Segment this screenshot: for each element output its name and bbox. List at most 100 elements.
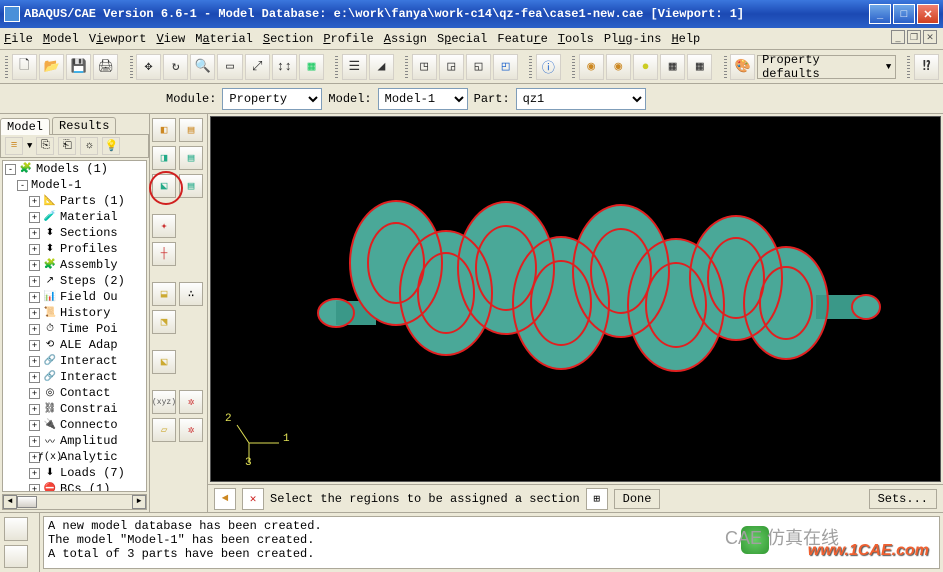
tree-item[interactable]: Profiles <box>60 242 118 256</box>
sets-button[interactable]: Sets... <box>869 489 937 509</box>
menu-file[interactable]: File <box>4 32 33 46</box>
tree-item[interactable]: Field Ou <box>60 290 118 304</box>
tree-item[interactable]: Interact <box>60 370 118 384</box>
toolbar-handle[interactable] <box>334 54 340 80</box>
save-icon[interactable]: 💾 <box>66 54 91 80</box>
iso4-icon[interactable]: ◰ <box>493 54 518 80</box>
menu-special[interactable]: Special <box>437 32 487 46</box>
new-icon[interactable]: 🗋 <box>12 54 37 80</box>
tree-item[interactable]: Material <box>60 210 118 224</box>
section-manager-icon[interactable]: ▤ <box>179 146 203 170</box>
tree-item[interactable]: History <box>60 306 110 320</box>
tree-expand-icon[interactable]: ⎘ <box>36 137 54 155</box>
beam-orientation-icon[interactable]: ⬔ <box>152 310 176 334</box>
profile-tool2-icon[interactable]: ∴ <box>179 282 203 306</box>
render2-icon[interactable]: ◉ <box>606 54 631 80</box>
model-tree[interactable]: -🧩Models (1) -Model-1 +📐Parts (1)+🧪Mater… <box>2 160 147 492</box>
toolbar-handle[interactable] <box>528 54 534 80</box>
tree-item[interactable]: Constrai <box>60 402 118 416</box>
view2-icon[interactable]: ◢ <box>369 54 394 80</box>
menu-viewport[interactable]: Viewport <box>89 32 147 46</box>
tree-item[interactable]: BCs (1) <box>60 482 110 492</box>
tree-item[interactable]: Loads (7) <box>60 466 125 480</box>
pan-icon[interactable]: ✥ <box>136 54 161 80</box>
menu-profile[interactable]: Profile <box>323 32 373 46</box>
menu-model[interactable]: Model <box>43 32 79 46</box>
mdi-close-button[interactable]: ✕ <box>923 30 937 44</box>
part-select[interactable]: qz1 <box>516 88 646 110</box>
tree-item[interactable]: Assembly <box>60 258 118 272</box>
open-icon[interactable]: 📂 <box>39 54 64 80</box>
done-button[interactable]: Done <box>614 489 661 509</box>
toolbar-handle[interactable] <box>404 54 410 80</box>
tree-root[interactable]: Models (1) <box>36 162 108 176</box>
fit-icon[interactable]: ⤢ <box>245 54 270 80</box>
view1-icon[interactable]: ☰ <box>342 54 367 80</box>
toolbar-handle[interactable] <box>722 54 728 80</box>
tree-settings-icon[interactable]: ☼ <box>80 137 98 155</box>
create-material-icon[interactable]: ◧ <box>152 118 176 142</box>
maximize-button[interactable]: □ <box>893 4 915 24</box>
tree-item[interactable]: Contact <box>60 386 110 400</box>
tree-bulb-icon[interactable]: 💡 <box>102 137 120 155</box>
scroll-thumb[interactable] <box>17 496 37 508</box>
tab-results[interactable]: Results <box>52 117 116 134</box>
message-area[interactable]: A new model database has been created. T… <box>43 516 940 569</box>
tree-item[interactable]: Analytic <box>60 450 118 464</box>
tree-item[interactable]: Interact <box>60 354 118 368</box>
iso2-icon[interactable]: ◲ <box>439 54 464 80</box>
toolbar-handle[interactable] <box>906 54 912 80</box>
toolbar-handle[interactable] <box>571 54 577 80</box>
prompt-options-icon[interactable]: ⊞ <box>586 488 608 510</box>
rotate-icon[interactable]: ↻ <box>163 54 188 80</box>
render1-icon[interactable]: ◉ <box>579 54 604 80</box>
datum-plane-icon[interactable]: ▱ <box>152 418 176 442</box>
menu-feature[interactable]: Feature <box>497 32 547 46</box>
close-button[interactable]: ✕ <box>917 4 939 24</box>
prompt-cancel-icon[interactable]: ✕ <box>242 488 264 510</box>
datum-xyz-icon[interactable]: (xyz) <box>152 390 176 414</box>
info-icon[interactable]: ⓘ <box>536 54 561 80</box>
tree-item[interactable]: Time Poi <box>60 322 118 336</box>
create-section-icon[interactable]: ◨ <box>152 146 176 170</box>
material-manager-icon[interactable]: ▤ <box>179 118 203 142</box>
kbd-toggle-icon[interactable] <box>4 545 28 569</box>
tree-filter-icon[interactable]: ≡ <box>5 137 23 155</box>
tree-item[interactable]: Amplitud <box>60 434 118 448</box>
render4-icon[interactable]: ▦ <box>660 54 685 80</box>
scroll-right-icon[interactable]: ► <box>132 495 146 509</box>
tree-item[interactable]: Connecto <box>60 418 118 432</box>
toolbar-handle[interactable] <box>128 54 134 80</box>
tree-item[interactable]: Parts (1) <box>60 194 125 208</box>
menu-assign[interactable]: Assign <box>384 32 427 46</box>
profile-icon[interactable]: ⬓ <box>152 282 176 306</box>
tree-item[interactable]: Sections <box>60 226 118 240</box>
cycle-views-icon[interactable]: ↕↕ <box>272 54 297 80</box>
render3-icon[interactable]: ● <box>633 54 658 80</box>
menu-material[interactable]: Material <box>195 32 253 46</box>
tab-model[interactable]: Model <box>0 118 50 135</box>
zoom-box-icon[interactable]: ▭ <box>217 54 242 80</box>
menu-help[interactable]: Help <box>671 32 700 46</box>
datum-axis-icon[interactable]: ✲ <box>179 418 203 442</box>
model-select[interactable]: Model-1 <box>378 88 468 110</box>
tree-collapse-icon[interactable]: ⎗ <box>58 137 76 155</box>
render5-icon[interactable]: ▦ <box>687 54 712 80</box>
minimize-button[interactable]: _ <box>869 4 891 24</box>
prompt-back-icon[interactable]: ◄ <box>214 488 236 510</box>
cli-toggle-icon[interactable] <box>4 517 28 541</box>
iso1-icon[interactable]: ◳ <box>412 54 437 80</box>
perspective-icon[interactable]: ▦ <box>299 54 324 80</box>
orientation-icon[interactable]: ✦ <box>152 214 176 238</box>
module-select[interactable]: Property <box>222 88 322 110</box>
normal-icon[interactable]: ┼ <box>152 242 176 266</box>
mdi-restore-button[interactable]: ❐ <box>907 30 921 44</box>
viewport[interactable]: 2 1 3 <box>210 116 941 482</box>
scroll-left-icon[interactable]: ◄ <box>3 495 17 509</box>
toolbar-handle[interactable] <box>4 54 10 80</box>
tree-horizontal-scrollbar[interactable]: ◄ ► <box>2 494 147 510</box>
help-pointer-icon[interactable]: ⁉ <box>914 54 939 80</box>
print-icon[interactable]: 🖨 <box>93 54 118 80</box>
palette-icon[interactable]: 🎨 <box>730 54 755 80</box>
tree-item[interactable]: Steps (2) <box>60 274 125 288</box>
